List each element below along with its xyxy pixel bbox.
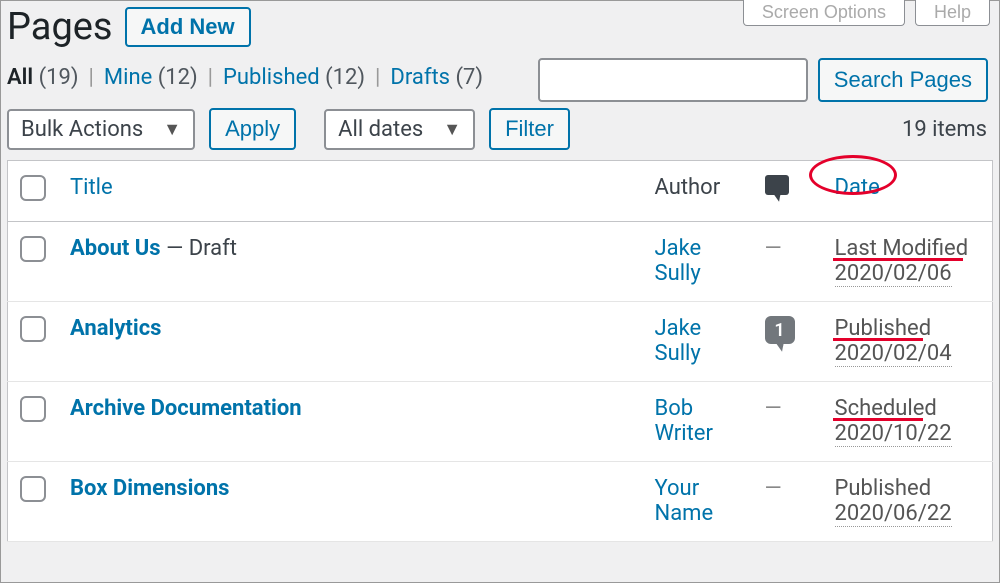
date-value: 2020/02/04 xyxy=(835,341,952,367)
filter-all[interactable]: All xyxy=(7,65,33,90)
no-comments: — xyxy=(765,476,782,501)
table-row: Archive Documentation Bob Writer — Schedule… xyxy=(8,382,993,462)
column-date[interactable]: Date xyxy=(823,161,993,222)
table-row: Box Dimensions Your Name — Published2020/06… xyxy=(8,462,993,542)
row-checkbox[interactable] xyxy=(20,236,46,262)
row-title-link[interactable]: Box Dimensions xyxy=(70,476,229,501)
pages-table: Title Author Date About Us — Draft Jake S… xyxy=(7,160,993,542)
filter-mine-count: (12) xyxy=(158,65,198,90)
filter-mine[interactable]: Mine xyxy=(104,65,152,90)
comment-count-bubble[interactable]: 1 xyxy=(765,316,795,344)
screen-options-button[interactable]: Screen Options xyxy=(743,0,905,26)
column-comments[interactable] xyxy=(753,161,823,222)
author-link[interactable]: Bob Writer xyxy=(655,396,713,446)
bulk-actions-select[interactable]: Bulk Actions ▼ xyxy=(7,109,195,150)
row-title-link[interactable]: Analytics xyxy=(70,316,161,341)
table-row: About Us — Draft Jake Sully — Last Modified… xyxy=(8,222,993,302)
filter-published-count: (12) xyxy=(325,65,365,90)
chevron-down-icon: ▼ xyxy=(163,119,181,140)
select-all-checkbox[interactable] xyxy=(20,175,46,201)
filter-button[interactable]: Filter xyxy=(489,108,570,150)
help-button[interactable]: Help xyxy=(915,0,990,26)
bulk-actions-label: Bulk Actions xyxy=(21,117,143,142)
apply-button[interactable]: Apply xyxy=(209,108,296,150)
post-state: — Draft xyxy=(161,236,237,261)
date-filter-select[interactable]: All dates ▼ xyxy=(324,109,475,150)
row-checkbox[interactable] xyxy=(20,476,46,502)
row-title-link[interactable]: Archive Documentation xyxy=(70,396,302,421)
date-status: Last Modified xyxy=(835,236,981,261)
date-value: 2020/10/22 xyxy=(835,421,952,447)
filter-all-count: (19) xyxy=(39,65,79,90)
filter-drafts-count: (7) xyxy=(456,65,484,90)
column-author: Author xyxy=(643,161,753,222)
no-comments: — xyxy=(765,236,782,261)
date-status: Published xyxy=(835,476,981,501)
date-status: Published xyxy=(835,316,981,341)
date-filter-label: All dates xyxy=(338,117,423,142)
column-title[interactable]: Title xyxy=(58,161,643,222)
add-new-button[interactable]: Add New xyxy=(125,7,251,47)
filter-drafts[interactable]: Drafts xyxy=(390,65,450,90)
row-checkbox[interactable] xyxy=(20,316,46,342)
author-link[interactable]: Jake Sully xyxy=(655,316,702,366)
author-link[interactable]: Jake Sully xyxy=(655,236,702,286)
date-value: 2020/06/22 xyxy=(835,501,952,527)
search-button[interactable]: Search Pages xyxy=(818,58,988,102)
no-comments: — xyxy=(765,396,782,421)
comment-icon xyxy=(765,175,789,195)
author-link[interactable]: Your Name xyxy=(655,476,714,526)
items-count: 19 items xyxy=(902,117,987,142)
date-status: Scheduled xyxy=(835,396,981,421)
search-input[interactable] xyxy=(538,58,808,102)
row-title-link[interactable]: About Us xyxy=(70,236,161,261)
table-row: Analytics Jake Sully 1 Published2020/02/04 xyxy=(8,302,993,382)
filter-published[interactable]: Published xyxy=(223,65,320,90)
page-title: Pages xyxy=(7,5,113,49)
row-checkbox[interactable] xyxy=(20,396,46,422)
chevron-down-icon: ▼ xyxy=(443,119,461,140)
date-value: 2020/02/06 xyxy=(835,261,952,287)
